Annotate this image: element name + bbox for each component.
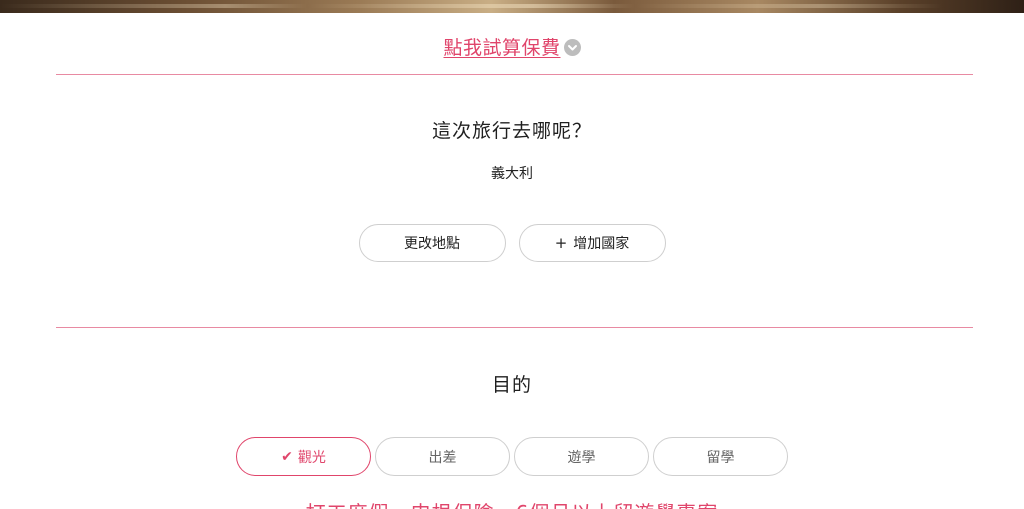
section-divider [56,327,973,328]
check-icon: ✔ [281,448,293,465]
purpose-option-study-abroad[interactable]: 留學 [653,437,788,476]
purpose-options: ✔ 觀光 出差 遊學 留學 [236,437,788,476]
destination-value: 義大利 [491,166,533,182]
chevron-down-icon[interactable] [563,38,581,56]
plus-icon: + [554,234,568,252]
page: 點我試算保費 這次旅行去哪呢？ 義大利 更改地點 + 增加國家 目的 ✔ 觀光 … [0,0,1024,509]
purpose-option-label: 留學 [706,449,735,466]
section-divider [56,74,973,75]
add-country-label: 增加國家 [573,236,630,252]
destination-actions: 更改地點 + 增加國家 [0,224,1024,262]
calculate-premium-link[interactable]: 點我試算保費 [443,33,560,60]
change-location-button[interactable]: 更改地點 [358,224,506,262]
destination-title: 這次旅行去哪呢？ [431,120,592,142]
purpose-option-label: 遊學 [567,449,596,466]
purpose-option-business[interactable]: 出差 [375,437,510,476]
purpose-option-sightseeing[interactable]: ✔ 觀光 [236,437,371,476]
purpose-option-label: 觀光 [297,449,326,466]
purpose-option-label: 出差 [428,449,457,466]
add-country-button[interactable]: + 增加國家 [518,224,666,262]
special-plans-link[interactable]: 打工度假、申根保險、6個月以上留遊學專案 [0,497,1024,509]
calc-link-row: 點我試算保費 [0,30,1024,62]
hero-image-strip [0,0,1024,13]
change-location-label: 更改地點 [404,236,460,252]
purpose-title: 目的 [491,374,532,396]
purpose-option-short-study[interactable]: 遊學 [514,437,649,476]
